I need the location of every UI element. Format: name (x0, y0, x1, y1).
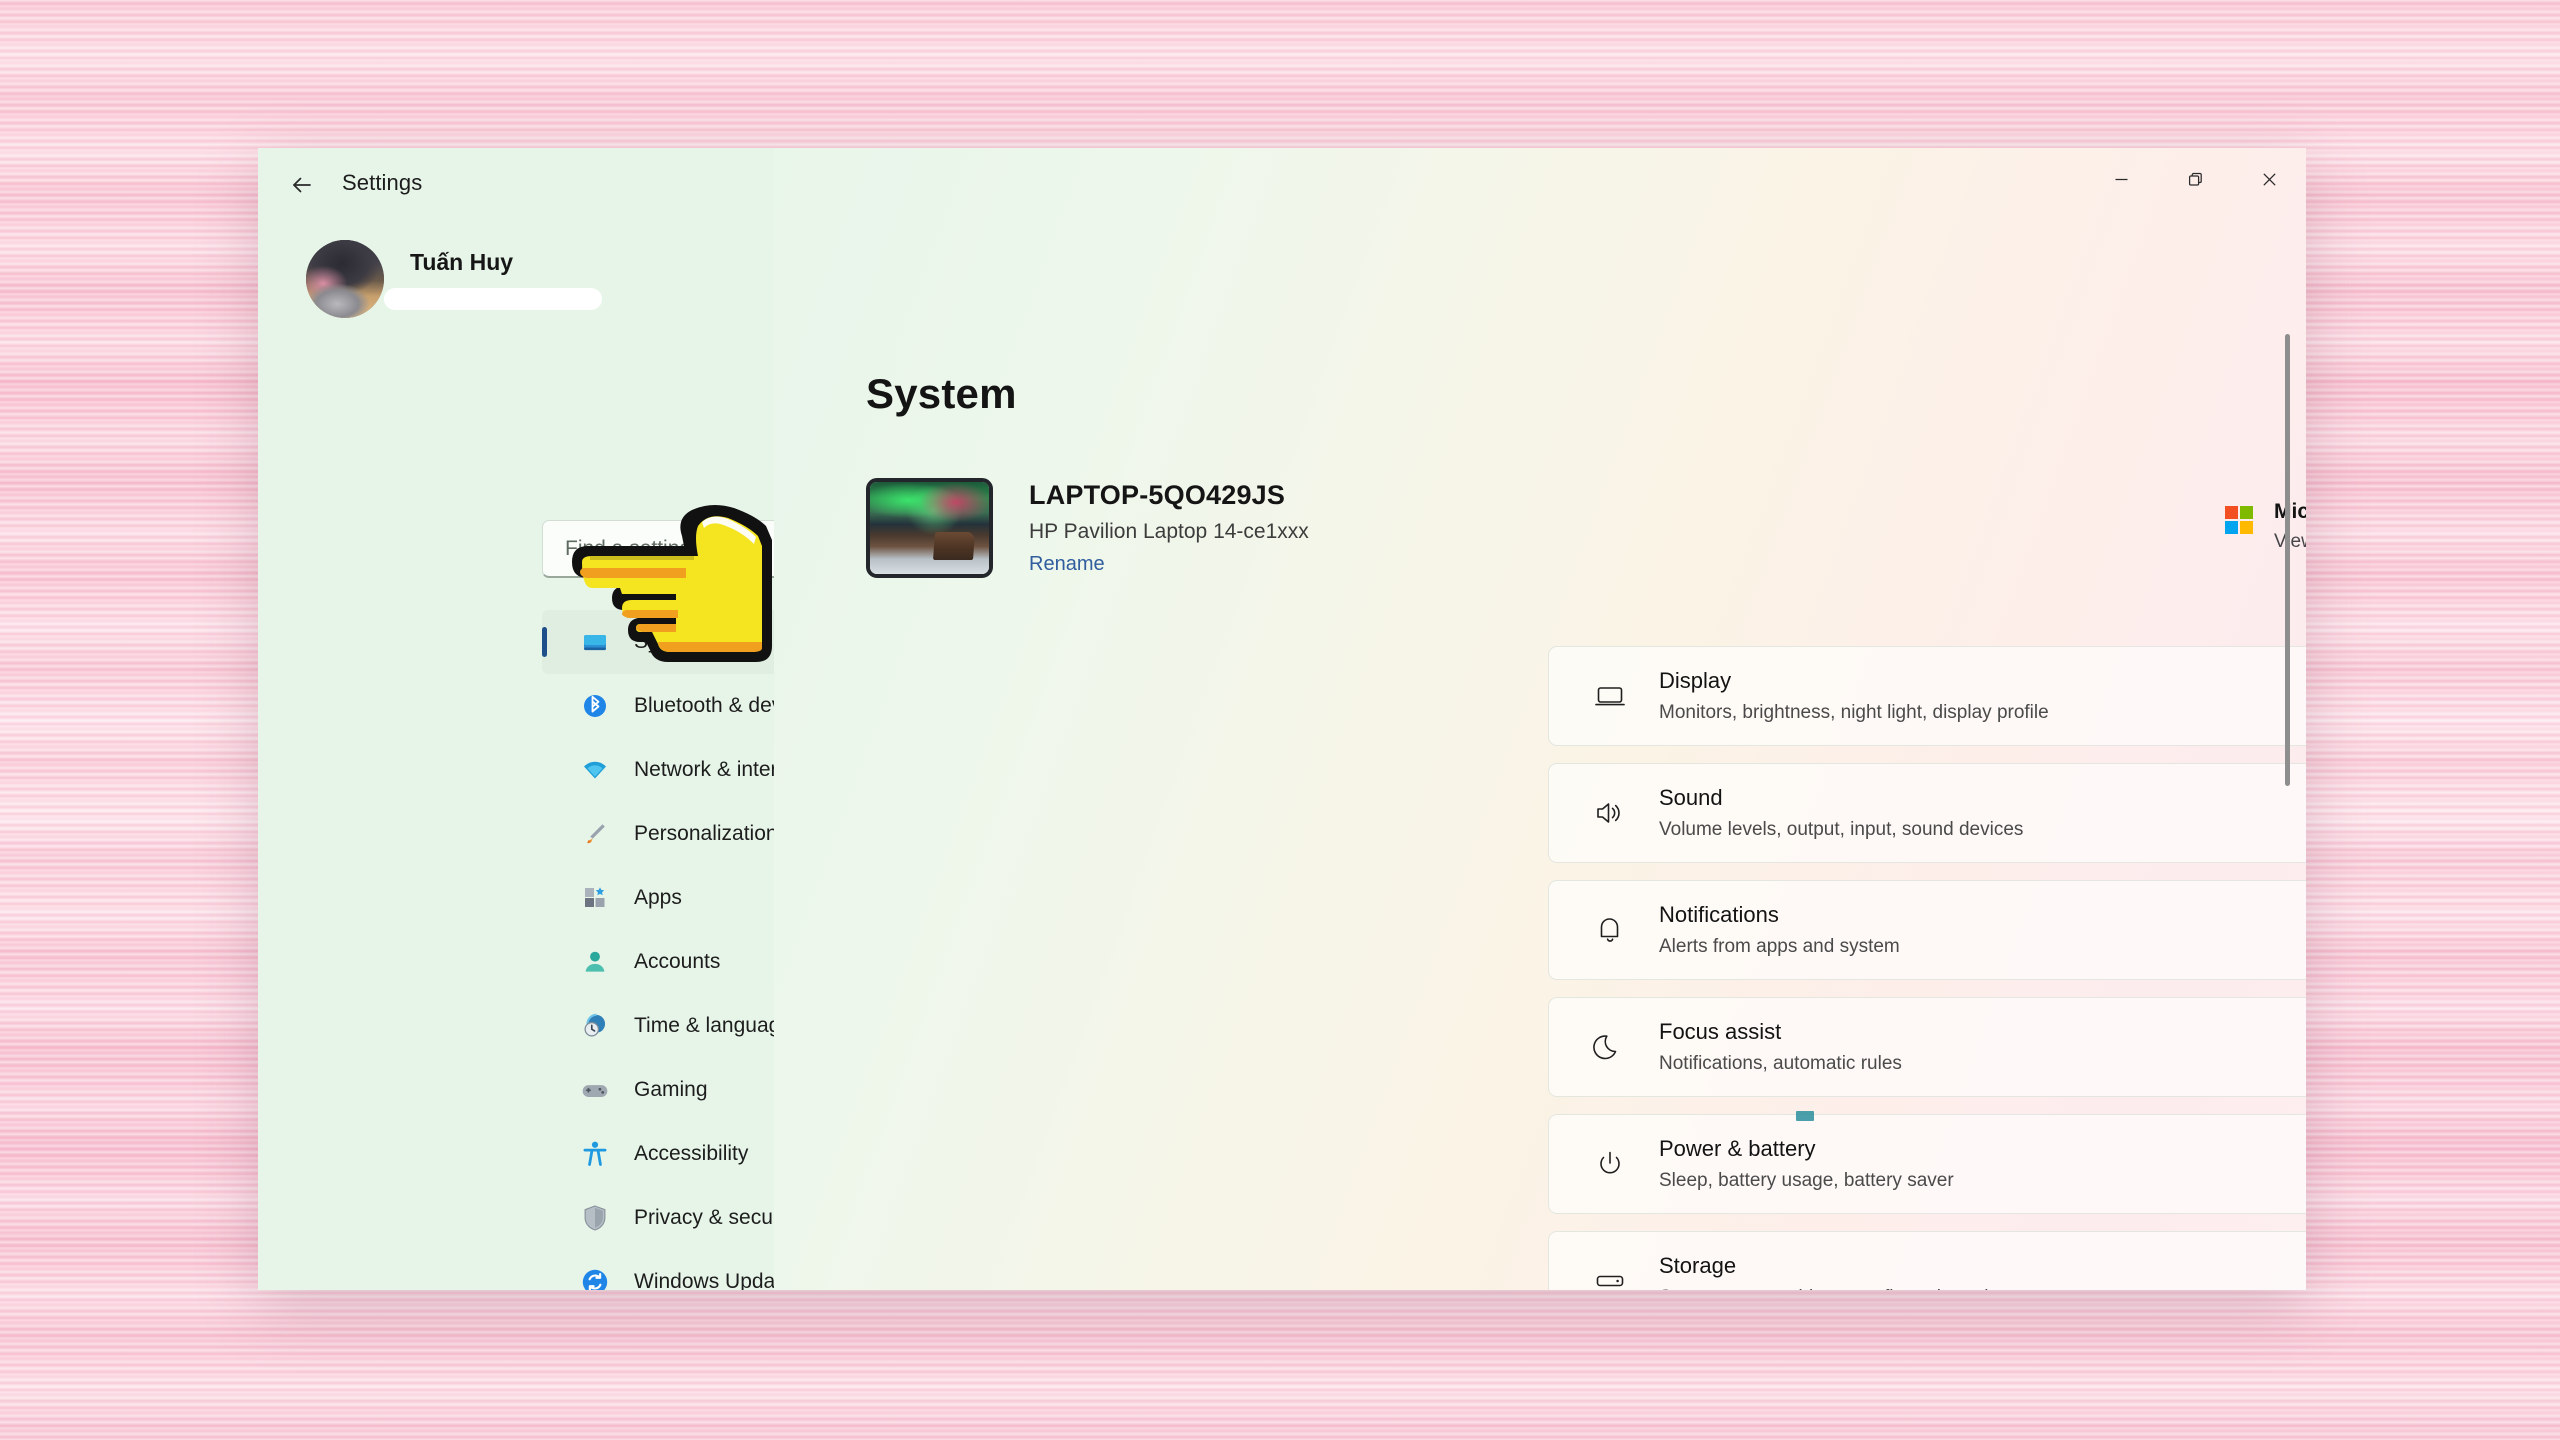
back-button[interactable] (276, 162, 328, 208)
sidebar-item-label: System (634, 630, 705, 653)
settings-row-focus-assist[interactable]: Focus assist Notifications, automatic ru… (1548, 997, 2306, 1097)
row-title: Focus assist (1659, 1019, 1782, 1045)
monitor-icon (580, 627, 610, 657)
row-title: Sound (1659, 785, 1723, 811)
person-icon (585, 951, 605, 972)
drive-icon (1591, 1262, 1629, 1290)
user-email-redacted (384, 287, 602, 310)
window-controls (2084, 148, 2306, 210)
row-subtitle: Storage space, drives, configuration rul… (1659, 1287, 2009, 1290)
row-subtitle: Volume levels, output, input, sound devi… (1659, 818, 2024, 840)
row-subtitle: Sleep, battery usage, battery saver (1659, 1169, 1954, 1191)
page-title: System (866, 370, 1017, 417)
microsoft-logo-icon (2222, 503, 2256, 537)
avatar-photo (306, 240, 384, 318)
moon-icon (1591, 1028, 1629, 1066)
bell-icon (1591, 911, 1629, 949)
restore-button[interactable] (2158, 148, 2232, 210)
settings-window: Tuấn Huy Find a setting System Bluetooth… (258, 148, 2306, 1290)
row-subtitle: Alerts from apps and system (1659, 935, 1900, 957)
scrollbar-thumb[interactable] (2285, 334, 2290, 786)
sidebar: Tuấn Huy Find a setting System Bluetooth… (258, 148, 966, 1290)
row-title: Notifications (1659, 902, 1779, 928)
accessibility-person-icon (583, 1141, 607, 1166)
clock-globe-icon (584, 1013, 606, 1037)
settings-rows: Display Monitors, brightness, night ligh… (1548, 646, 2306, 1290)
cabin-shape (933, 531, 976, 560)
settings-row-display[interactable]: Display Monitors, brightness, night ligh… (1548, 646, 2306, 746)
settings-row-sound[interactable]: Sound Volume levels, output, input, soun… (1548, 763, 2306, 863)
row-title: Storage (1659, 1253, 1737, 1279)
device-model: HP Pavilion Laptop 14-ce1xxx (1029, 520, 1309, 543)
aurora-landscape-photo (870, 482, 989, 574)
speaker-icon (1591, 794, 1629, 832)
settings-row-storage[interactable]: Storage Storage space, drives, configura… (1548, 1231, 2306, 1290)
sidebar-item-label: Accounts (634, 950, 721, 973)
teal-artifact (1796, 1111, 1814, 1121)
bluetooth-icon (580, 691, 610, 721)
close-button[interactable] (2232, 148, 2306, 210)
sidebar-item-label: Personalization (634, 822, 778, 845)
row-title: Display (1659, 668, 1732, 694)
sidebar-item-label: Gaming (634, 1078, 708, 1101)
user-profile-block[interactable]: Tuấn Huy (306, 240, 602, 318)
power-icon (1591, 1145, 1629, 1183)
minimize-button[interactable] (2084, 148, 2158, 210)
device-thumbnail (866, 478, 993, 578)
settings-row-power-battery[interactable]: Power & battery Sleep, battery usage, ba… (1548, 1114, 2306, 1214)
display-monitor-icon (1591, 677, 1629, 715)
sidebar-item-label: Windows Update (634, 1270, 793, 1290)
sidebar-item-label: Apps (634, 886, 682, 909)
content-area: System LAPTOP-5QO429JS HP Pavilion Lapto… (774, 148, 2306, 1290)
sidebar-item-label: Accessibility (634, 1142, 749, 1165)
avatar (306, 240, 384, 318)
content-scrollbar[interactable] (2281, 334, 2295, 1290)
device-name: LAPTOP-5QO429JS (1029, 480, 1286, 510)
user-name: Tuấn Huy (410, 248, 514, 275)
row-title: Power & battery (1659, 1136, 1816, 1162)
paintbrush-icon (580, 819, 610, 849)
apps-grid-icon (580, 883, 610, 913)
sync-refresh-icon (582, 1269, 608, 1290)
shield-icon (584, 1205, 606, 1231)
row-subtitle: Notifications, automatic rules (1659, 1052, 1902, 1074)
sidebar-item-label: Time & language (634, 1014, 792, 1037)
row-subtitle: Monitors, brightness, night light, displ… (1659, 701, 2049, 723)
wifi-icon (580, 755, 610, 785)
rename-link[interactable]: Rename (1029, 553, 1309, 576)
gamepad-icon (582, 1085, 608, 1097)
settings-row-notifications[interactable]: Notifications Alerts from apps and syste… (1548, 880, 2306, 980)
device-hero: LAPTOP-5QO429JS HP Pavilion Laptop 14-ce… (866, 478, 1309, 578)
